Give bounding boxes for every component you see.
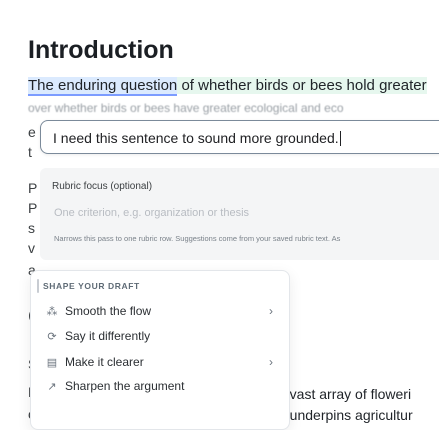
paragraph-continuation-1: a vast array of floweri	[278, 386, 412, 402]
chevron-right-icon: ›	[269, 355, 273, 369]
text-fragment: P	[28, 180, 38, 196]
paragraph-continuation-2: o underpins agricultur	[278, 407, 413, 423]
rubric-hint: Narrows this pass to one rubric row. Sug…	[54, 234, 341, 243]
menu-header: SHAPE YOUR DRAFT	[43, 281, 140, 291]
paragraph-line-1[interactable]: The enduring question of whether birds o…	[28, 76, 427, 96]
rubric-panel: Rubric focus (optional) Narrows this pas…	[40, 168, 439, 260]
rubric-focus-label: Rubric focus (optional)	[52, 181, 153, 192]
chevron-right-icon: ›	[269, 304, 273, 318]
menu-item-make-clearer[interactable]: ▤ Make it clearer ›	[45, 355, 285, 377]
refresh-icon: ⟳	[47, 331, 57, 343]
menu-item-say-differently[interactable]: ⟳ Say it differently	[45, 329, 285, 351]
sparkle-icon: ⁂	[46, 306, 58, 318]
text-fragment: e	[28, 124, 36, 140]
text-fragment: s	[28, 220, 35, 236]
text-caret	[339, 131, 341, 146]
document-icon: ▤	[46, 357, 58, 369]
text-fragment: v	[28, 240, 35, 256]
paragraph-line-2-blurred: over whether birds or bees have greater …	[28, 101, 344, 115]
instruction-text[interactable]: I need this sentence to sound more groun…	[53, 130, 341, 146]
menu-item-sharpen-argument[interactable]: ↗ Sharpen the argument	[45, 379, 285, 401]
page-title: Introduction	[28, 36, 174, 64]
paragraph-line-1-rest: of whether birds or bees hold greater	[177, 77, 427, 94]
menu-item-smooth-flow[interactable]: ⁂ Smooth the flow ›	[45, 304, 285, 326]
shape-draft-menu: SHAPE YOUR DRAFT ⁂ Smooth the flow › ⟳ Say…	[30, 270, 290, 430]
highlighted-phrase[interactable]: The enduring question	[28, 77, 178, 96]
text-fragment: P	[28, 200, 38, 216]
menu-header-accent	[37, 279, 39, 293]
text-fragment: t	[28, 144, 32, 160]
trend-icon: ↗	[47, 381, 57, 393]
rubric-focus-input[interactable]	[52, 202, 439, 224]
instruction-input[interactable]: I need this sentence to sound more groun…	[40, 120, 439, 154]
